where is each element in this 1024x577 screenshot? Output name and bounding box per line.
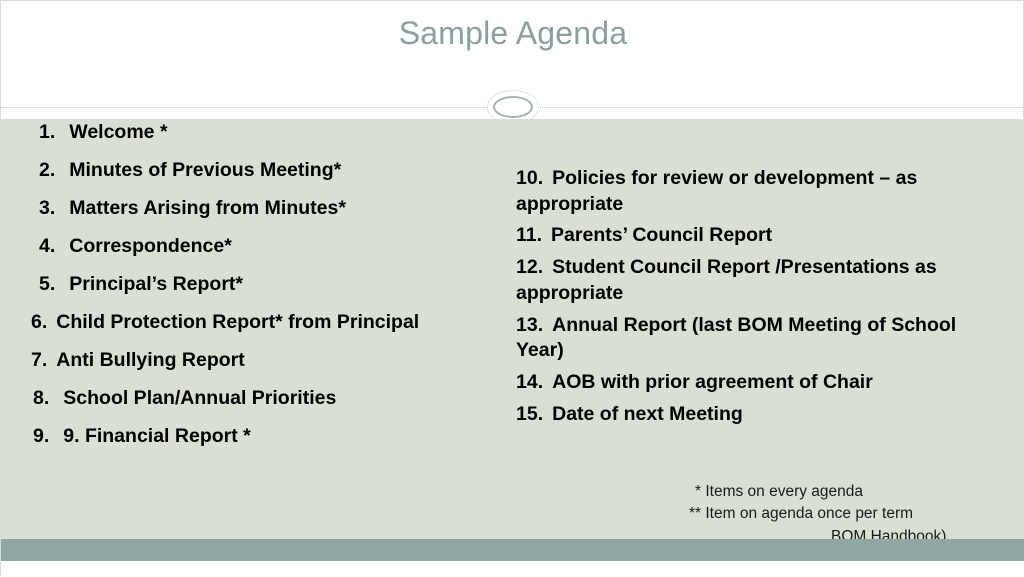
list-item-label: Annual Report (last BOM Meeting of Schoo… — [516, 313, 957, 362]
list-item: 13. Annual Report (last BOM Meeting of Sc… — [516, 313, 1006, 364]
footnote-line: * Items on every agenda — [695, 483, 864, 500]
list-item-number: 8. — [33, 387, 50, 409]
list-item: 8. School Plan/Annual Priorities — [31, 387, 511, 409]
list-item-label: Correspondence* — [69, 235, 232, 257]
list-item-label: Child Protection Report* from Principal — [56, 311, 420, 333]
list-item-number: 14. — [516, 371, 544, 394]
list-item-number: 5. — [39, 273, 56, 295]
list-item-number: 11. — [516, 224, 543, 247]
list-item: 15. Date of next Meeting — [516, 402, 1006, 428]
list-item-label: AOB with prior agreement of Chair — [552, 371, 873, 394]
list-item-number: 3. — [39, 197, 56, 219]
list-item: 9. 9. Financial Report * — [31, 425, 511, 447]
agenda-list-left: 1. Welcome * 2. Minutes of Previous Meetin… — [31, 121, 511, 465]
list-item-number: 7. — [31, 349, 48, 371]
list-item-number: 13. — [516, 313, 544, 336]
list-item: 14. AOB with prior agreement of Chair — [516, 370, 1006, 396]
list-item-number: 4. — [39, 235, 56, 257]
footer-white-strip — [1, 561, 1024, 577]
page-title: Sample Agenda — [398, 15, 628, 51]
list-item-label: Matters Arising from Minutes* — [69, 197, 346, 219]
list-item-number: 9. — [33, 425, 50, 447]
list-item: 2. Minutes of Previous Meeting* — [31, 159, 511, 181]
list-item-number: 10. — [516, 167, 544, 189]
list-item: 3. Matters Arising from Minutes* — [31, 197, 511, 219]
list-item: 5. Principal’s Report* — [31, 273, 511, 295]
footnote-line: ** Item on agenda once per term — [689, 505, 914, 523]
list-item: 11. Parents’ Council Report — [516, 223, 1006, 249]
list-item: 7. Anti Bullying Report — [31, 349, 511, 371]
list-item-number: 6. — [31, 311, 48, 333]
list-item-label: Minutes of Previous Meeting* — [69, 159, 342, 181]
list-item-label: Anti Bullying Report — [56, 349, 245, 371]
footer-bar — [1, 539, 1024, 561]
list-item-number: 2. — [39, 159, 56, 181]
slide: Sample Agenda 1. Welcome * 2. Minutes of P… — [0, 0, 1024, 577]
list-item: 12. Student Council Report /Presentations… — [516, 255, 1006, 306]
list-item-label: Principal’s Report* — [69, 273, 244, 295]
list-item: 1. Welcome * — [31, 121, 511, 143]
title-area: Sample Agenda — [1, 1, 1024, 124]
list-item-label: Welcome * — [69, 121, 168, 143]
list-item-label: Parents’ Council Report — [551, 224, 773, 247]
list-item: 4. Correspondence* — [31, 235, 511, 257]
list-item-label: Date of next Meeting — [552, 402, 743, 425]
list-item-label: School Plan/Annual Priorities — [63, 387, 337, 409]
list-item-label: Student Council Report /Presentations as… — [516, 256, 937, 304]
list-item-number: 1. — [39, 121, 56, 143]
list-item-label: Policies for review or development – as … — [516, 167, 918, 215]
list-item-number: 15. — [516, 402, 544, 425]
list-item: 6. Child Protection Report* from Principa… — [31, 311, 511, 333]
list-item-number: 12. — [516, 256, 544, 279]
agenda-list-right: 10. Policies for review or development – … — [516, 166, 1006, 434]
list-item-label: 9. Financial Report * — [63, 425, 251, 447]
list-item: 10. Policies for review or development – … — [516, 166, 1006, 217]
